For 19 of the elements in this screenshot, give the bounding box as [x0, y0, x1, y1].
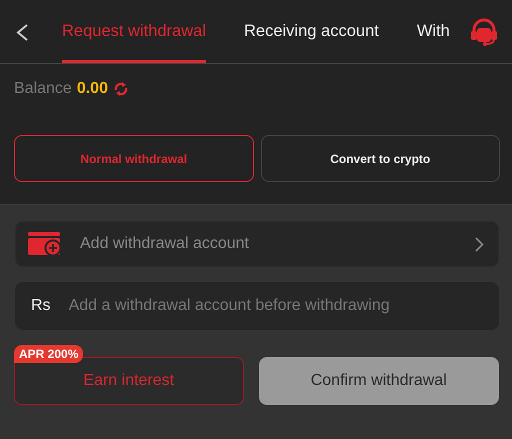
tab[interactable]: Request withdrawal [62, 0, 206, 63]
refresh-icon[interactable] [112, 81, 129, 97]
wallet-add-icon [28, 232, 62, 256]
add-account-label: Add withdrawal account [80, 235, 250, 253]
mode-tab[interactable]: Convert to crypto [260, 135, 500, 182]
currency-label: Rs [31, 297, 51, 315]
apr-badge: APR 200% [14, 345, 84, 363]
amount-field[interactable]: Rs Add a withdrawal account before withdrawing [15, 282, 499, 330]
amount-input[interactable]: Add a withdrawal account before withdrawing [66, 296, 485, 316]
balance-value: 0.00 [76, 80, 108, 98]
chevron-right-icon [475, 236, 484, 252]
headset-icon[interactable] [469, 17, 499, 47]
mode-tab[interactable]: Normal withdrawal [14, 135, 254, 182]
back-icon[interactable] [15, 24, 29, 41]
earn-interest-button[interactable]: Earn interest [14, 357, 244, 405]
add-account-row[interactable]: Add withdrawal account [15, 221, 499, 267]
tab[interactable]: With [416, 0, 450, 63]
tab[interactable]: Receiving account [244, 0, 379, 63]
balance-label: Balance [14, 80, 72, 98]
